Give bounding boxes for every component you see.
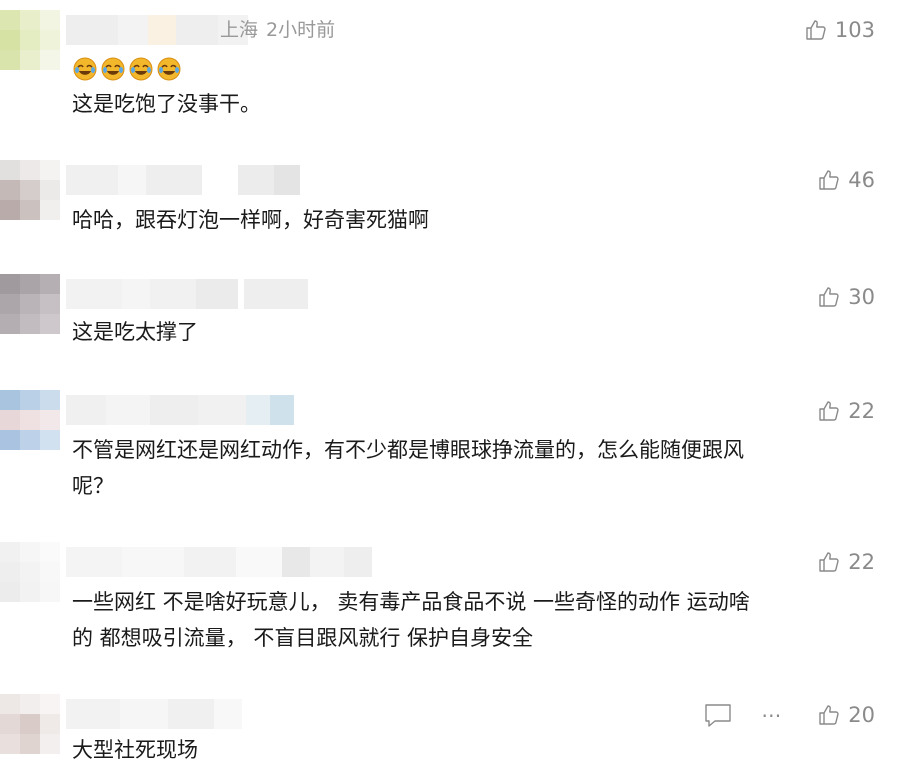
thumbs-up-icon xyxy=(819,401,839,421)
thumbs-up-icon xyxy=(819,705,839,725)
comment-line: 大型社死现场 xyxy=(72,738,198,762)
comment-line: 这是吃太撑了 xyxy=(72,320,198,344)
like-count: 46 xyxy=(848,168,875,192)
like-count: 22 xyxy=(848,399,875,423)
username-blurred[interactable] xyxy=(66,279,308,309)
laughing-crying-emoji-icon xyxy=(100,56,126,82)
thumbs-up-icon xyxy=(819,287,839,307)
timestamp: 2小时前 xyxy=(266,19,336,41)
username-blurred[interactable] xyxy=(66,547,372,577)
comment-line: 这是吃饱了没事干。 xyxy=(72,92,261,116)
comment-text: 大型社死现场 xyxy=(72,732,198,768)
comment-text: 这是吃太撑了 xyxy=(72,314,198,350)
like-button[interactable]: 46 xyxy=(817,165,875,195)
avatar[interactable] xyxy=(0,694,60,754)
laughing-crying-emoji-icon xyxy=(156,56,182,82)
avatar[interactable] xyxy=(0,542,60,602)
comment-line: 的 都想吸引流量， 不盲目跟风就行 保护自身安全 xyxy=(72,626,534,650)
emoji-row xyxy=(72,56,182,82)
comment-text: 一些网红 不是啥好玩意儿， 卖有毒产品食品不说 一些奇怪的动作 运动啥 的 都想… xyxy=(72,584,750,656)
location-label: 上海 xyxy=(220,19,259,41)
like-button[interactable]: 103 xyxy=(804,15,875,45)
comment-text: 不管是网红还是网红动作，有不少都是博眼球挣流量的，怎么能随便跟风 呢？ xyxy=(72,432,744,504)
comment-line: 呢？ xyxy=(72,474,114,498)
avatar[interactable] xyxy=(0,160,60,220)
thumbs-up-icon xyxy=(806,20,826,40)
comment-text: 这是吃饱了没事干。 xyxy=(72,86,261,122)
comment-text: 哈哈，跟吞灯泡一样啊，好奇害死猫啊 xyxy=(72,202,429,238)
like-button[interactable]: 20 xyxy=(817,700,875,730)
like-count: 22 xyxy=(848,550,875,574)
like-button[interactable]: 22 xyxy=(817,396,875,426)
comment-line: 一些网红 不是啥好玩意儿， 卖有毒产品食品不说 一些奇怪的动作 运动啥 xyxy=(72,590,750,614)
reply-icon[interactable] xyxy=(703,700,733,730)
comment-line: 哈哈，跟吞灯泡一样啊，好奇害死猫啊 xyxy=(72,208,429,232)
more-icon[interactable]: ⋯ xyxy=(761,700,783,730)
comment-line: 不管是网红还是网红动作，有不少都是博眼球挣流量的，怎么能随便跟风 xyxy=(72,438,744,462)
like-button[interactable]: 30 xyxy=(817,282,875,312)
like-count: 103 xyxy=(834,18,875,42)
username-blurred[interactable] xyxy=(66,395,294,425)
like-count: 30 xyxy=(848,285,875,309)
thumbs-up-icon xyxy=(819,170,839,190)
avatar[interactable] xyxy=(0,10,60,70)
thumbs-up-icon xyxy=(819,552,839,572)
comment-tools: ⋯ 20 xyxy=(703,700,875,730)
comment-meta: 上海 2小时前 xyxy=(220,15,335,45)
username-blurred[interactable] xyxy=(66,165,300,195)
avatar[interactable] xyxy=(0,390,60,450)
username-blurred[interactable] xyxy=(66,699,242,729)
laughing-crying-emoji-icon xyxy=(128,56,154,82)
avatar[interactable] xyxy=(0,274,60,334)
laughing-crying-emoji-icon xyxy=(72,56,98,82)
like-button[interactable]: 22 xyxy=(817,547,875,577)
like-count: 20 xyxy=(848,703,875,727)
